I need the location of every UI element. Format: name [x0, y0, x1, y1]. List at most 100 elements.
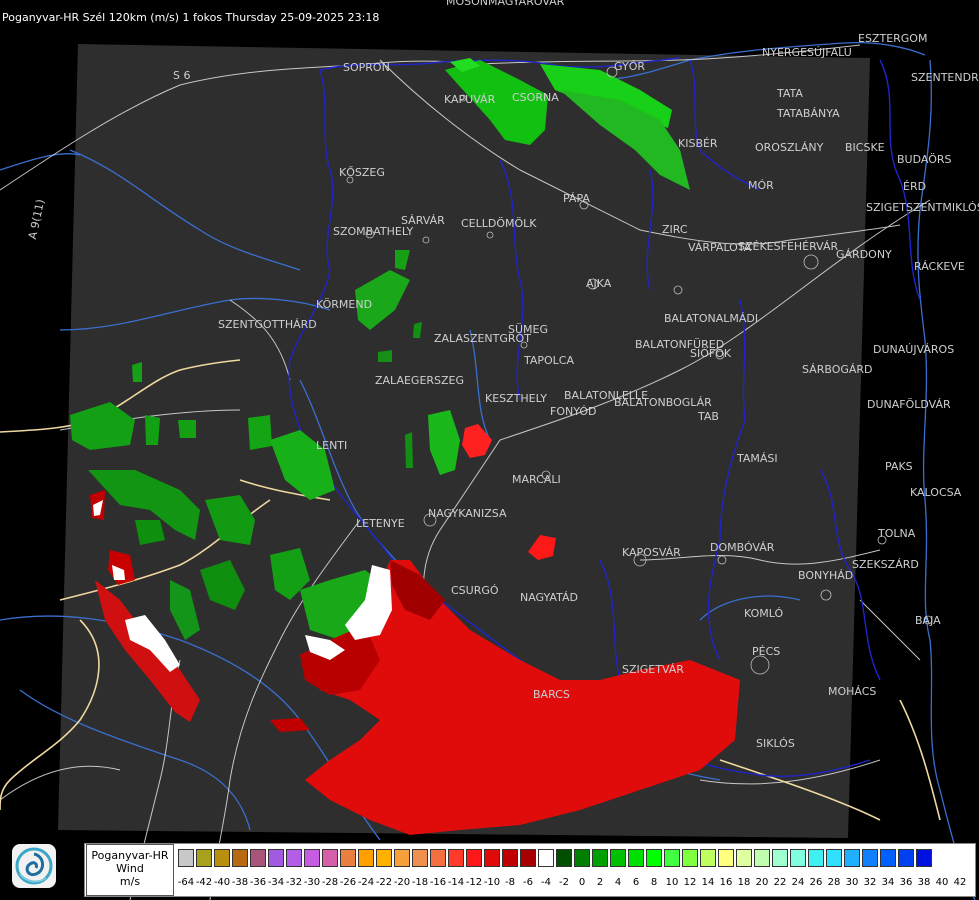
- legend-unit: m/s: [119, 875, 141, 888]
- place-label: ZALAEGERSZEG: [375, 374, 465, 387]
- legend-swatch: [808, 849, 824, 867]
- legend-swatch: [538, 849, 554, 867]
- wind-legend: Poganyvar-HR Wind m/s -64 -42 -40 -38 -36 -34…: [84, 843, 976, 897]
- legend-swatch: [556, 849, 572, 867]
- place-label: BICSKE: [845, 141, 885, 154]
- legend-swatch: [214, 849, 230, 867]
- place-label: CSURGÓ: [451, 584, 499, 597]
- place-label: DUNAFÖLDVÁR: [867, 398, 951, 411]
- legend-swatch: [484, 849, 500, 867]
- place-label: KŐSZEG: [339, 166, 385, 179]
- legend-swatch: [592, 849, 608, 867]
- place-label: BONYHÁD: [798, 569, 854, 582]
- legend-swatch: [250, 849, 266, 867]
- place-label: SÁRVÁR: [401, 214, 445, 227]
- legend-swatch: [196, 849, 212, 867]
- road-label: S 6: [173, 69, 191, 82]
- place-label: KOMLÓ: [744, 607, 784, 620]
- place-label: SZENTGOTTHÁRD: [218, 318, 317, 331]
- legend-tick-label: 42: [953, 877, 967, 888]
- legend-swatch: [862, 849, 878, 867]
- place-label: ZALASZENTGRÓT: [434, 332, 531, 345]
- place-label: KÖRMEND: [316, 298, 373, 311]
- legend-swatch: [736, 849, 752, 867]
- place-label: DUNAÚJVÁROS: [873, 343, 955, 356]
- place-label: BALATONALMÁDI: [664, 312, 759, 325]
- place-label: CELLDÖMÖLK: [461, 217, 537, 230]
- place-label: TAB: [698, 410, 719, 423]
- place-label: SÁRBOGÁRD: [802, 363, 873, 376]
- place-label: SZEKSZÁRD: [852, 558, 919, 571]
- place-label: TAPOLCA: [524, 354, 575, 367]
- legend-swatch: [394, 849, 410, 867]
- legend-swatch: [844, 849, 860, 867]
- place-label: OROSZLÁNY: [755, 141, 824, 154]
- legend-swatch: [610, 849, 626, 867]
- place-label: BARCS: [533, 688, 570, 701]
- place-label: KAPOSVÁR: [622, 546, 681, 559]
- place-label: BUDAÖRS: [897, 153, 952, 166]
- place-label: DOMBÓVÁR: [710, 541, 775, 554]
- legend-swatch: [772, 849, 788, 867]
- place-label: FONYÓD: [550, 405, 597, 418]
- place-label: SZÉKESFEHÉRVÁR: [738, 240, 839, 253]
- place-label: SOPRON: [343, 61, 390, 74]
- place-label: GÁRDONY: [836, 248, 892, 261]
- legend-swatch: [304, 849, 320, 867]
- legend-quantity: Wind: [116, 862, 144, 875]
- legend-swatch: [412, 849, 428, 867]
- swirl-logo-icon: [12, 844, 56, 888]
- legend-swatch: [520, 849, 536, 867]
- legend-swatch: [376, 849, 392, 867]
- place-label: MÓR: [748, 179, 774, 192]
- place-label: MOHÁCS: [828, 685, 877, 698]
- legend-swatch: [268, 849, 284, 867]
- place-label: ESZTERGOM: [858, 32, 928, 45]
- legend-swatch: [286, 849, 302, 867]
- legend-swatch: [502, 849, 518, 867]
- legend-swatch: [628, 849, 644, 867]
- legend-swatch: [574, 849, 590, 867]
- legend-swatch: [646, 849, 662, 867]
- place-label: PÉCS: [752, 645, 781, 658]
- place-label: BALATONBOGLÁR: [614, 396, 712, 409]
- place-label: KESZTHELY: [485, 392, 548, 405]
- place-label: NAGYATÁD: [520, 591, 578, 604]
- place-label: TAMÁSI: [737, 452, 778, 465]
- legend-swatch: [898, 849, 914, 867]
- place-label: SZENTENDRE: [911, 71, 979, 84]
- legend-swatch: [754, 849, 770, 867]
- legend-color-swatches: [178, 849, 934, 869]
- legend-swatch: [916, 849, 932, 867]
- legend-swatch: [178, 849, 194, 867]
- legend-swatch: [466, 849, 482, 867]
- legend-swatch: [322, 849, 338, 867]
- place-label: LETENYE: [356, 517, 405, 530]
- legend-swatch: [880, 849, 896, 867]
- legend-swatch: [340, 849, 356, 867]
- place-label: CSORNA: [512, 91, 559, 104]
- place-label: BAJA: [915, 614, 941, 627]
- legend-station: Poganyvar-HR: [91, 849, 169, 862]
- legend-swatch: [664, 849, 680, 867]
- radar-map: [0, 0, 979, 900]
- place-label: KISBÉR: [678, 137, 718, 150]
- place-label: KALOCSA: [910, 486, 962, 499]
- place-label: SIÓFOK: [690, 347, 732, 360]
- legend-swatch: [232, 849, 248, 867]
- place-label: LENTI: [316, 439, 348, 452]
- place-label: ÉRD: [903, 180, 927, 193]
- legend-swatch: [448, 849, 464, 867]
- place-label: TATA: [777, 87, 803, 100]
- place-label: RÁCKEVE: [914, 260, 965, 273]
- place-label: MARCALI: [512, 473, 561, 486]
- place-label: AJKA: [586, 277, 612, 290]
- legend-title: Poganyvar-HR Wind m/s: [86, 844, 174, 896]
- place-label: TOLNA: [878, 527, 916, 540]
- place-label: NAGYKANIZSA: [428, 507, 507, 520]
- place-label: PÁPA: [563, 192, 590, 205]
- legend-swatch: [826, 849, 842, 867]
- place-label: KAPUVÁR: [444, 93, 496, 106]
- place-label: SZIGETVÁR: [622, 663, 684, 676]
- radar-title: Poganyvar-HR Szél 120km (m/s) 1 fokos Th…: [2, 11, 380, 24]
